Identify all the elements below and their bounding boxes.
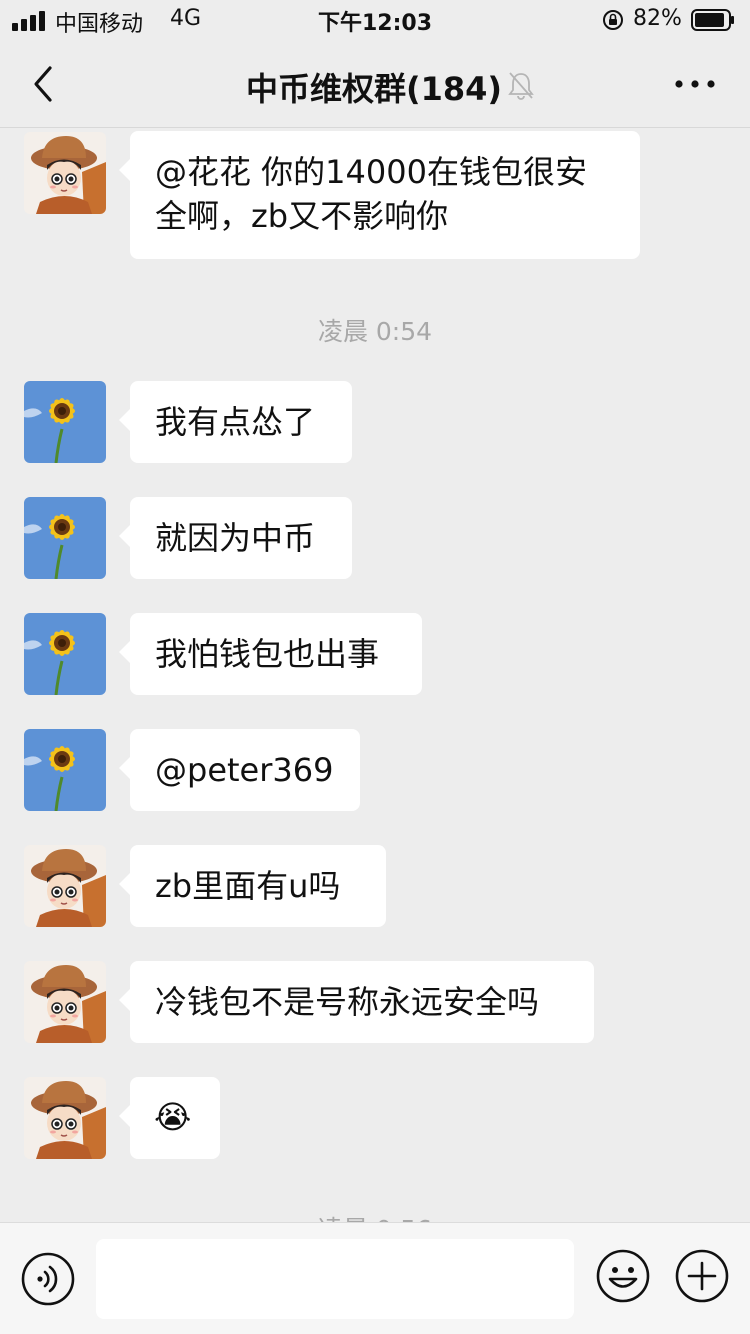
battery-icon — [691, 9, 734, 31]
back-icon[interactable] — [28, 64, 58, 104]
crying-laughing-emoji: 😭 — [154, 1098, 192, 1136]
avatar-sunflower[interactable] — [24, 613, 106, 695]
message-bubble[interactable]: 我怕钱包也出事 — [119, 613, 422, 695]
message-bubble[interactable]: @peter369 — [119, 729, 360, 811]
message-timestamp: 凌晨 0:56 — [0, 1210, 750, 1222]
avatar-cartoon[interactable] — [24, 961, 106, 1043]
message-bubble[interactable]: 冷钱包不是号称永远安全吗 — [119, 961, 594, 1043]
message-bubble[interactable]: 我有点怂了 — [119, 381, 352, 463]
status-bar: 中国移动 4G 下午12:03 82% — [0, 0, 750, 40]
message-text-line: @花花 你的14000在钱包很安 — [155, 153, 587, 191]
voice-icon[interactable] — [21, 1252, 75, 1306]
avatar-cartoon[interactable] — [24, 1077, 106, 1159]
message-bubble[interactable]: @花花 你的14000在钱包很安 全啊，zb又不影响你 — [119, 131, 640, 259]
rotation-lock-icon — [603, 10, 623, 30]
chat-title: 中币维权群(184) — [246, 70, 503, 108]
avatar-cartoon[interactable] — [24, 845, 106, 927]
message-bubble[interactable]: zb里面有u吗 — [119, 845, 386, 927]
avatar-sunflower[interactable] — [24, 729, 106, 811]
mute-bell-icon — [508, 72, 534, 100]
more-icon[interactable] — [672, 66, 718, 102]
message-bubble[interactable]: 😭 — [119, 1077, 220, 1159]
message-timestamp: 凌晨 0:54 — [317, 317, 433, 346]
avatar-cartoon[interactable] — [24, 132, 106, 214]
plus-icon[interactable] — [674, 1248, 730, 1304]
battery-percent: 82% — [633, 6, 682, 31]
input-bar — [0, 1222, 750, 1334]
message-list[interactable]: @花花 你的14000在钱包很安 全啊，zb又不影响你 凌晨 0:54 我有点怂… — [0, 128, 750, 1222]
message-input[interactable] — [96, 1239, 574, 1319]
emoji-icon[interactable] — [595, 1248, 651, 1304]
message-text-line: 全啊，zb又不影响你 — [155, 197, 449, 235]
avatar-sunflower[interactable] — [24, 497, 106, 579]
chat-screen: 中国移动 4G 下午12:03 82% 中币维权群(184) @花花 你的140… — [0, 0, 750, 1334]
avatar-sunflower[interactable] — [24, 381, 106, 463]
message-bubble[interactable]: 就因为中币 — [119, 497, 352, 579]
nav-bar: 中币维权群(184) — [0, 40, 750, 128]
